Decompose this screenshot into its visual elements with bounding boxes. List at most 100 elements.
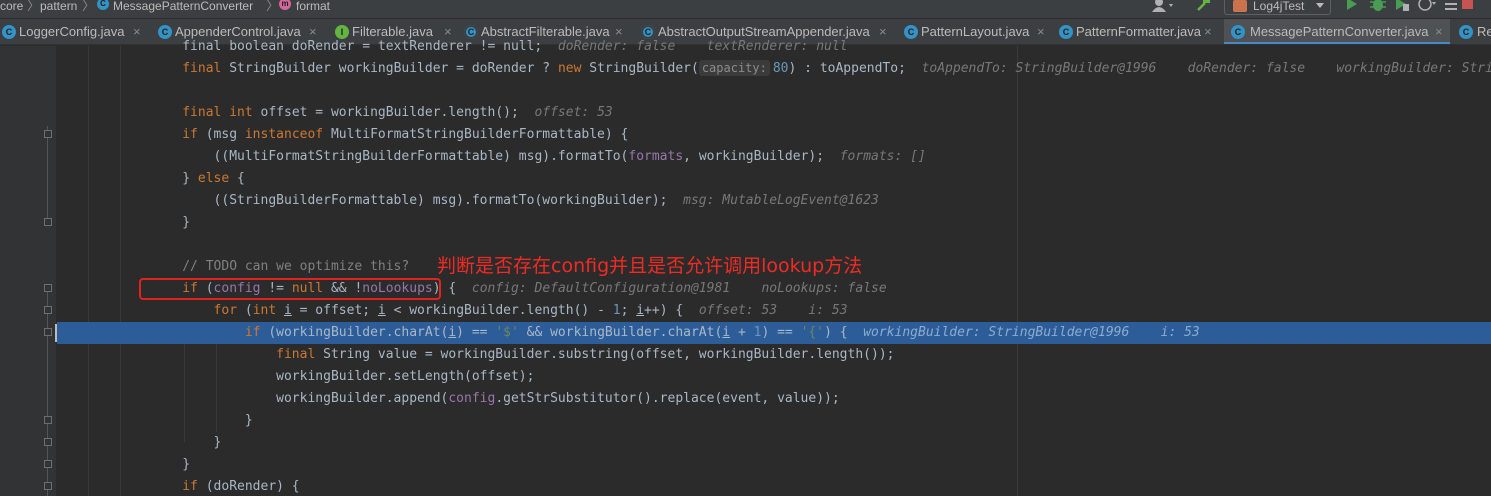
- inline-debug-value: toAppendTo: StringBuilder@1996 doRender:…: [921, 61, 1491, 76]
- code-text: }: [213, 435, 222, 450]
- code-text: final boolean doRender = textRenderer !=…: [182, 39, 543, 54]
- code-keyword: if: [182, 127, 206, 142]
- breadcrumb-item-pattern[interactable]: pattern: [40, 0, 77, 14]
- code-line[interactable]: }: [57, 432, 1491, 454]
- breadcrumb-item-method[interactable]: format: [296, 0, 330, 14]
- code-line[interactable]: final boolean doRender = textRenderer !=…: [57, 36, 1491, 58]
- code-line[interactable]: if (msg instanceof MultiFormatStringBuil…: [57, 124, 1491, 146]
- code-keyword: for: [213, 303, 245, 318]
- code-text: workingBuilder.setLength(offset);: [276, 369, 535, 384]
- debug-icon[interactable]: [1370, 0, 1386, 12]
- current-execution-line[interactable]: if (workingBuilder.charAt(i) == '$' && w…: [57, 322, 1491, 344]
- chevron-down-icon: [1316, 3, 1324, 8]
- code-text: }: [182, 215, 191, 230]
- code-keyword: instanceof: [244, 127, 331, 142]
- code-number: 80: [772, 61, 789, 76]
- editor-gutter[interactable]: [0, 46, 56, 496]
- run-configuration-label: Log4jTest: [1253, 0, 1305, 13]
- breadcrumb-separator-icon: 〉: [266, 0, 280, 13]
- annotation-label: 判断是否存在config并且是否允许调用lookup方法: [437, 255, 863, 277]
- user-icon[interactable]: [1152, 0, 1174, 12]
- code-text: }: [244, 413, 253, 428]
- code-variable: i: [377, 303, 386, 318]
- fold-toggle-icon[interactable]: [44, 284, 52, 292]
- code-text: ;: [620, 303, 637, 318]
- code-line[interactable]: workingBuilder.append(config.getStrSubst…: [57, 388, 1491, 410]
- code-line[interactable]: }: [57, 410, 1491, 432]
- code-variable: i: [722, 325, 731, 340]
- parameter-hint: capacity:: [698, 60, 770, 76]
- code-line[interactable]: if (doRender) {: [57, 476, 1491, 496]
- code-text: String value = workingBuilder.substring(…: [323, 347, 895, 362]
- code-field: config: [448, 391, 496, 406]
- code-keyword: int: [252, 303, 284, 318]
- code-text: ) ==: [456, 325, 496, 340]
- code-keyword: final: [182, 61, 230, 76]
- code-text: offset = workingBuilder.length();: [260, 105, 519, 120]
- code-line[interactable]: }: [57, 454, 1491, 476]
- profile-icon[interactable]: [1418, 0, 1436, 12]
- java-config-icon: [1233, 0, 1247, 12]
- fold-toggle-icon[interactable]: [44, 328, 52, 336]
- inline-debug-value: offset: 53: [534, 105, 613, 120]
- code-text: }: [182, 457, 191, 472]
- fold-toggle-icon[interactable]: [44, 460, 52, 468]
- breadcrumb-item-class[interactable]: MessagePatternConverter: [113, 0, 253, 14]
- stop-icon[interactable]: [1462, 0, 1474, 12]
- fold-guide: [47, 126, 48, 226]
- code-text: ((StringBuilderFormattable) msg).formatT…: [213, 193, 668, 208]
- coverage-icon[interactable]: [1394, 0, 1410, 12]
- inline-debug-value: msg: MutableLogEvent@1623: [683, 193, 879, 208]
- class-icon: C: [2, 25, 16, 39]
- code-line[interactable]: } else {: [57, 168, 1491, 190]
- code-keyword: if: [244, 325, 269, 340]
- code-line[interactable]: final int offset = workingBuilder.length…: [57, 102, 1491, 124]
- code-text: .getStrSubstitutor().replace(event, valu…: [495, 391, 840, 406]
- code-text: }: [182, 171, 198, 186]
- breadcrumb-item-core[interactable]: core: [0, 0, 23, 14]
- code-text: StringBuilder(: [589, 61, 699, 76]
- fold-toggle-icon[interactable]: [44, 482, 52, 490]
- code-line[interactable]: for (int i = offset; i < workingBuilder.…: [57, 300, 1491, 322]
- code-text: ) : toAppendTo;: [788, 61, 906, 76]
- inline-debug-value: formats: []: [839, 149, 926, 164]
- code-text: = offset;: [291, 303, 378, 318]
- build-hammer-icon[interactable]: [1196, 0, 1210, 12]
- code-line[interactable]: ((StringBuilderFormattable) msg).formatT…: [57, 190, 1491, 212]
- code-line[interactable]: final StringBuilder workingBuilder = doR…: [57, 58, 1491, 80]
- code-text: ) ==: [761, 325, 801, 340]
- navigation-bar: core 〉 pattern 〉 C MessagePatternConvert…: [0, 0, 1491, 18]
- code-line[interactable]: ((MultiFormatStringBuilderFormattable) m…: [57, 146, 1491, 168]
- run-icon[interactable]: [1346, 0, 1358, 12]
- code-comment: // TODO can we optimize this?: [182, 259, 410, 274]
- method-icon: m: [279, 0, 291, 10]
- annotation-highlight-box: [139, 278, 441, 300]
- code-text: workingBuilder.append(: [276, 391, 449, 406]
- class-icon: C: [97, 0, 109, 10]
- breadcrumb-separator-icon: 〉: [27, 0, 41, 13]
- inline-debug-value: doRender: false textRenderer: null: [557, 39, 848, 54]
- code-keyword: if: [182, 479, 206, 494]
- code-keyword: else: [197, 171, 238, 186]
- execution-point-marker: [55, 324, 57, 342]
- fold-toggle-icon[interactable]: [44, 306, 52, 314]
- code-line[interactable]: final String value = workingBuilder.subs…: [57, 344, 1491, 366]
- more-actions-icon[interactable]: [1445, 0, 1457, 12]
- fold-toggle-icon[interactable]: [44, 218, 52, 226]
- fold-toggle-icon[interactable]: [44, 416, 52, 424]
- code-field: formats: [628, 149, 684, 164]
- code-variable: i: [284, 303, 292, 318]
- code-text: ++) {: [644, 303, 684, 318]
- code-keyword: final: [276, 347, 324, 362]
- code-number: 1: [612, 303, 621, 318]
- run-configuration-dropdown[interactable]: Log4jTest: [1224, 0, 1331, 15]
- fold-toggle-icon[interactable]: [44, 130, 52, 138]
- code-text: (doRender) {: [205, 479, 300, 494]
- code-text: +: [730, 325, 754, 340]
- code-line[interactable]: workingBuilder.setLength(offset);: [57, 366, 1491, 388]
- code-line[interactable]: }: [57, 212, 1491, 234]
- code-text: (: [244, 303, 253, 318]
- code-keyword: new: [557, 61, 590, 76]
- fold-toggle-icon[interactable]: [44, 438, 52, 446]
- code-text: && workingBuilder.charAt(: [518, 325, 723, 340]
